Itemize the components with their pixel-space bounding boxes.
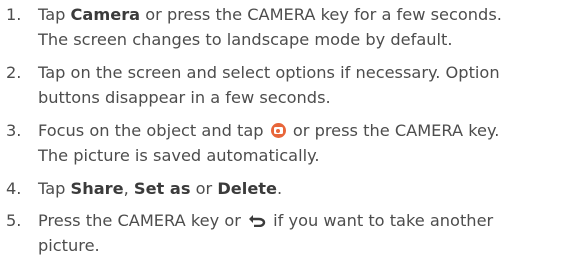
step-text: Tap Share, Set as or Delete. xyxy=(38,176,573,201)
step-text-segment: or press the CAMERA key for a few second… xyxy=(140,5,502,24)
step-line: The picture is saved automatically. xyxy=(38,146,320,165)
step-text-segment: or press the CAMERA key. xyxy=(287,121,500,140)
step-text: Press the CAMERA key or if you want to t… xyxy=(38,208,573,258)
step-line: Focus on the object and tap or press the… xyxy=(38,118,573,143)
step-text-segment: Tap xyxy=(38,179,71,198)
step-text-segment: . xyxy=(277,179,283,198)
step-number: 3. xyxy=(6,121,22,140)
camera-shutter-icon xyxy=(270,123,286,138)
step-text: Tap on the screen and select options if … xyxy=(38,60,573,110)
step-text-segment: or xyxy=(190,179,218,198)
step-line: buttons disappear in a few seconds. xyxy=(38,88,331,107)
step-number: 2. xyxy=(6,63,22,82)
step-text: Tap Camera or press the CAMERA key for a… xyxy=(38,2,573,52)
camera-app-label: Camera xyxy=(70,5,141,24)
step-line: Tap Camera or press the CAMERA key for a… xyxy=(38,2,573,27)
step-number: 1. xyxy=(6,5,22,24)
step-text-segment: Tap xyxy=(38,5,71,24)
step-line: picture. xyxy=(38,236,100,255)
step-text-segment: , xyxy=(123,179,134,198)
step-text-segment: if you want to take another xyxy=(268,211,494,230)
set-as-option-label: Set as xyxy=(133,179,191,198)
step-text-segment: Focus on the object and tap xyxy=(38,121,269,140)
step-text: Focus on the object and tap or press the… xyxy=(38,118,573,168)
step-number: 4. xyxy=(6,179,22,198)
delete-option-label: Delete xyxy=(217,179,278,198)
share-option-label: Share xyxy=(70,179,124,198)
step-text-segment: Press the CAMERA key or xyxy=(38,211,247,230)
step-number: 5. xyxy=(6,211,22,230)
step-line: Press the CAMERA key or if you want to t… xyxy=(38,208,573,233)
step-line: The screen changes to landscape mode by … xyxy=(38,30,453,49)
step-line: Tap on the screen and select options if … xyxy=(38,63,500,82)
step-line: Tap Share, Set as or Delete. xyxy=(38,176,573,201)
back-arrow-icon xyxy=(249,215,266,227)
